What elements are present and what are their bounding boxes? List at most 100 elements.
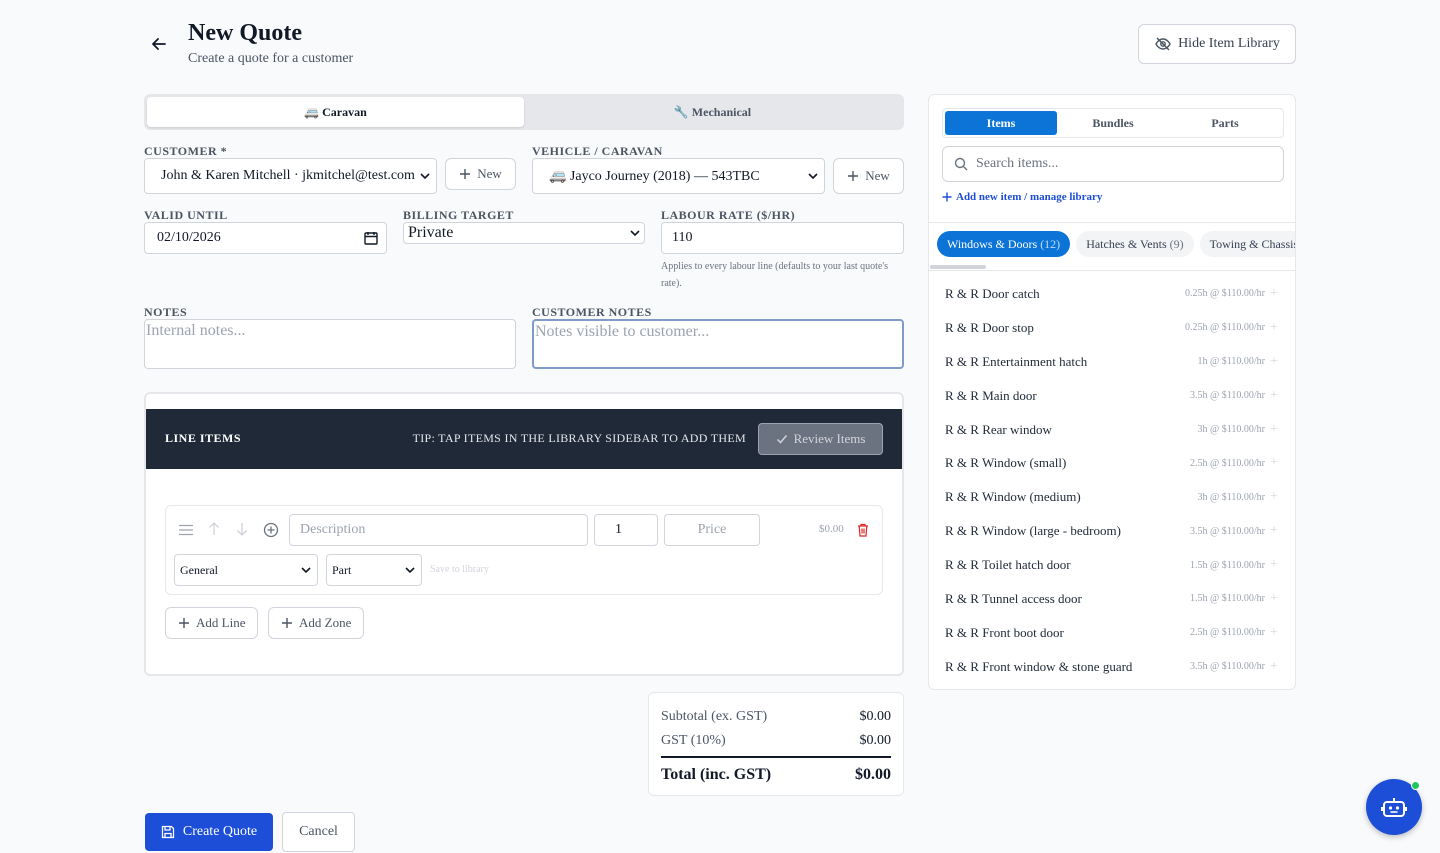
item-name: R & R Door stop xyxy=(945,319,1034,335)
library-tab-bundles[interactable]: Bundles xyxy=(1057,111,1169,135)
category-chips: Windows & Doors (12) Hatches & Vents (9) T… xyxy=(937,231,1296,257)
back-button[interactable] xyxy=(149,34,169,54)
line-items-header: LINE ITEMS TIP: TAP ITEMS IN THE LIBRARY… xyxy=(146,409,902,469)
library-search-input[interactable]: Search items... xyxy=(942,146,1284,182)
plus-circle-icon[interactable] xyxy=(263,522,279,538)
page-title: New Quote xyxy=(188,20,302,46)
chip-label: Towing & Chassis xyxy=(1209,236,1296,251)
chip-towing-chassis[interactable]: Towing & Chassis xyxy=(1199,231,1296,257)
subtotal-label: Subtotal (ex. GST) xyxy=(661,709,768,724)
item-rate: 1.5h @ $110.00/hr xyxy=(1190,559,1265,571)
item-name: R & R Tunnel access door xyxy=(945,590,1082,606)
chevron-down-icon xyxy=(405,567,415,574)
drag-handle-icon[interactable] xyxy=(178,524,194,536)
eye-off-icon xyxy=(1155,37,1171,51)
item-rate: 2.5h @ $110.00/hr xyxy=(1190,627,1265,639)
page-subtitle: Create a quote for a customer xyxy=(188,51,354,66)
tab-mechanical[interactable]: 🔧 Mechanical xyxy=(524,97,901,127)
billing-target-value: Private xyxy=(408,224,454,241)
plus-icon xyxy=(460,169,471,179)
library-item[interactable]: R & R Window (medium) 3h @ $110.00/hr + xyxy=(929,480,1295,514)
quantity-input[interactable]: 1 xyxy=(594,514,658,546)
plus-icon: + xyxy=(1270,590,1278,606)
library-item[interactable]: R & R Rear window 3h @ $110.00/hr + xyxy=(929,413,1295,447)
page-header: New Quote Create a quote for a customer … xyxy=(144,20,1296,70)
plus-icon: + xyxy=(1270,421,1278,437)
vehicle-select[interactable]: 🚐 Jayco Journey (2018) — 543TBC xyxy=(532,158,825,194)
category-select[interactable]: General xyxy=(174,554,318,586)
library-item[interactable]: R & R Window (small) 2.5h @ $110.00/hr + xyxy=(929,446,1295,480)
valid-until-input[interactable]: 02/10/2026 xyxy=(144,222,387,254)
create-quote-button[interactable]: Create Quote xyxy=(145,813,273,851)
category-value: General xyxy=(180,562,218,577)
customer-notes-textarea[interactable]: Notes visible to customer... xyxy=(532,319,904,369)
billing-target-select[interactable]: Private xyxy=(403,222,645,244)
item-name: R & R Rear window xyxy=(945,421,1052,437)
total-label: Total (inc. GST) xyxy=(661,766,772,783)
labour-rate-input[interactable]: 110 xyxy=(661,222,904,254)
chips-scrollbar[interactable] xyxy=(930,265,986,269)
valid-until-label: VALID UNTIL xyxy=(144,208,228,222)
item-name: R & R Window (large - bedroom) xyxy=(945,523,1121,539)
add-library-item-link[interactable]: Add new item / manage library xyxy=(942,191,1102,203)
add-line-button[interactable]: Add Line xyxy=(165,607,259,639)
divider xyxy=(929,270,1295,271)
hide-library-button[interactable]: Hide Item Library xyxy=(1138,24,1296,64)
library-item[interactable]: R & R Tunnel access door 1.5h @ $110.00/h… xyxy=(929,582,1295,616)
item-name: R & R Window (medium) xyxy=(945,489,1081,505)
add-zone-button[interactable]: Add Zone xyxy=(268,607,365,639)
new-vehicle-button[interactable]: New xyxy=(833,158,904,194)
item-rate: 3.5h @ $110.00/hr xyxy=(1190,390,1265,402)
library-tab-items[interactable]: Items xyxy=(945,111,1057,135)
labour-rate-hint: Applies to every labour line (defaults t… xyxy=(661,261,889,289)
library-tab-parts[interactable]: Parts xyxy=(1169,111,1281,135)
plus-icon: + xyxy=(1270,624,1278,640)
plus-icon xyxy=(179,618,189,628)
item-name: R & R Main door xyxy=(945,387,1037,403)
arrow-down-icon[interactable] xyxy=(236,522,248,536)
new-customer-label: New xyxy=(477,166,502,181)
chip-windows-doors[interactable]: Windows & Doors (12) xyxy=(937,231,1071,257)
customer-select[interactable]: John & Karen Mitchell · jkmitchel@test.c… xyxy=(144,158,437,194)
save-to-library-link[interactable]: Save to library xyxy=(430,564,489,575)
arrow-left-icon xyxy=(152,38,166,50)
line-item-row: Description 1 Price $0.00 General Part S… xyxy=(165,505,883,595)
new-customer-button[interactable]: New xyxy=(445,158,516,190)
library-item[interactable]: R & R Door stop 0.25h @ $110.00/hr + xyxy=(929,311,1295,345)
cancel-button[interactable]: Cancel xyxy=(282,812,355,852)
chevron-down-icon xyxy=(301,567,311,574)
chip-hatches-vents[interactable]: Hatches & Vents (9) xyxy=(1076,231,1194,257)
library-item[interactable]: R & R Window (large - bedroom) 3.5h @ $11… xyxy=(929,514,1295,548)
billing-target-label: BILLING TARGET xyxy=(403,208,514,222)
notes-textarea[interactable]: Internal notes... xyxy=(144,319,516,369)
chip-label: Hatches & Vents xyxy=(1086,236,1167,251)
plus-icon: + xyxy=(1270,387,1278,403)
library-item[interactable]: R & R Front boot door 2.5h @ $110.00/hr + xyxy=(929,616,1295,650)
chip-count: (9) xyxy=(1169,236,1184,251)
plus-icon: + xyxy=(1270,658,1278,674)
price-input[interactable]: Price xyxy=(664,514,760,546)
item-name: R & R Entertainment hatch xyxy=(945,353,1088,369)
library-item[interactable]: R & R Front window & stone guard 3.5h @ $… xyxy=(929,650,1295,684)
library-tabs: Items Bundles Parts xyxy=(942,108,1284,138)
item-rate: 1h @ $110.00/hr xyxy=(1197,356,1265,368)
plus-icon: + xyxy=(1270,455,1278,471)
arrow-up-icon[interactable] xyxy=(208,522,220,536)
plus-icon: + xyxy=(1270,285,1278,301)
plus-icon: + xyxy=(1270,319,1278,335)
review-items-button[interactable]: Review Items xyxy=(758,423,883,455)
library-item[interactable]: R & R Door catch 0.25h @ $110.00/hr + xyxy=(929,277,1295,311)
library-item[interactable]: R & R Main door 3.5h @ $110.00/hr + xyxy=(929,379,1295,413)
chevron-down-icon xyxy=(420,173,430,180)
trash-icon[interactable] xyxy=(857,523,869,537)
calendar-icon[interactable] xyxy=(364,231,378,245)
vehicle-label: VEHICLE / CARAVAN xyxy=(532,144,663,158)
library-item[interactable]: R & R Toilet hatch door 1.5h @ $110.00/hr… xyxy=(929,548,1295,582)
item-rate: 0.25h @ $110.00/hr xyxy=(1185,288,1265,300)
type-select[interactable]: Part xyxy=(326,554,422,586)
library-item[interactable]: R & R Entertainment hatch 1h @ $110.00/hr… xyxy=(929,345,1295,379)
save-icon xyxy=(161,825,175,839)
tab-caravan[interactable]: 🚐 Caravan xyxy=(147,97,524,127)
item-name: R & R Front window & stone guard xyxy=(945,658,1133,674)
description-input[interactable]: Description xyxy=(289,514,588,546)
